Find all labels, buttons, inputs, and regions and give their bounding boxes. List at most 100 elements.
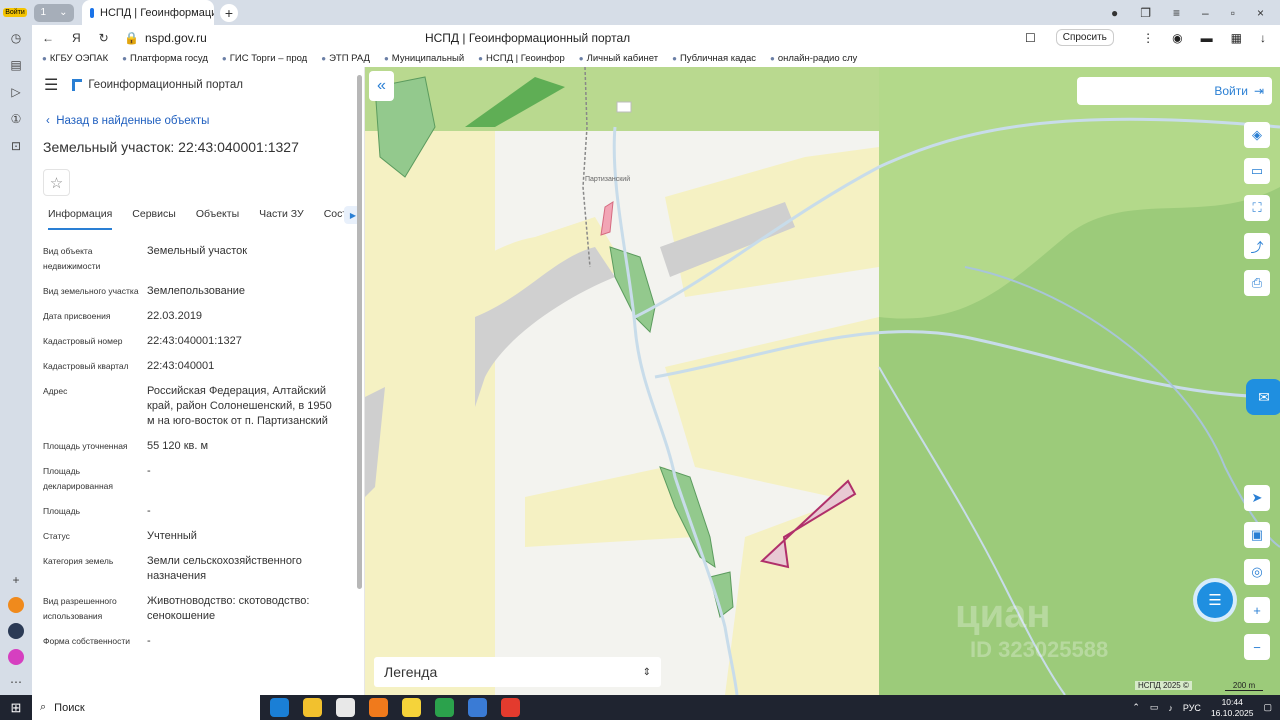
tab-objects[interactable]: Объекты	[196, 208, 239, 230]
share-button[interactable]: ⤴	[1244, 233, 1270, 259]
language-indicator[interactable]: РУС	[1183, 703, 1201, 713]
clock-date: 16.10.2025	[1210, 707, 1254, 718]
map-view[interactable]: Партизанский циан ID 323025588 « Войти ⇥ …	[365, 67, 1280, 695]
history-icon[interactable]: ◷	[11, 31, 21, 45]
windows-start-icon[interactable]: ⊞	[0, 700, 32, 716]
select-area-button[interactable]: ⛶	[1244, 195, 1270, 221]
extension-icon[interactable]: ▦	[1231, 31, 1242, 45]
bookmark-item[interactable]: ЭТП РАД	[321, 53, 370, 64]
feedback-button[interactable]: ✉	[1246, 379, 1280, 415]
video-icon[interactable]: ▷	[11, 85, 20, 99]
geolocation-button[interactable]: ➤	[1244, 485, 1270, 511]
notifications-icon[interactable]: ▢	[1263, 702, 1272, 713]
close-window-icon[interactable]: ×	[1257, 6, 1264, 20]
tab-group-button[interactable]: 1 ⌄	[34, 3, 74, 22]
tab-information[interactable]: Информация	[48, 208, 113, 230]
notes-icon[interactable]: ▤	[10, 58, 21, 72]
edge-icon[interactable]	[270, 698, 289, 717]
portal-logo[interactable]: Геоинформационный портал	[72, 79, 243, 91]
location-search-button[interactable]: ◎	[1244, 559, 1270, 585]
clock[interactable]: 10:44 16.10.2025	[1211, 697, 1254, 719]
layers-button[interactable]: ◈	[1244, 122, 1270, 148]
login-button[interactable]: Войти ⇥	[1077, 77, 1272, 105]
back-link[interactable]: ‹ Назад в найденные объекты	[32, 115, 364, 127]
hamburger-menu-icon[interactable]: ☰	[44, 75, 58, 95]
bookmark-item[interactable]: ГИС Торги – прод	[222, 53, 307, 64]
app-icon[interactable]	[8, 623, 24, 639]
bookmark-item[interactable]: Муниципальный	[384, 53, 464, 64]
navigation-icon: ➤	[1251, 490, 1263, 505]
volume-icon[interactable]: ♪	[1168, 703, 1173, 713]
login-icon: ⇥	[1253, 84, 1264, 98]
property-key: Площадь декларированная	[43, 466, 113, 491]
app-icon[interactable]	[402, 698, 421, 717]
property-key: Вид объекта недвижимости	[43, 246, 101, 271]
zoom-out-button[interactable]: −	[1244, 634, 1270, 660]
bookmark-item[interactable]: онлайн-радио слу	[770, 53, 857, 64]
bookmark-item[interactable]: НСПД | Геоинфор	[478, 53, 565, 64]
tab-services[interactable]: Сервисы	[132, 208, 176, 230]
favorite-star-icon[interactable]: ☆	[43, 169, 70, 196]
back-arrow-icon[interactable]: ←	[42, 31, 54, 45]
firefox-icon[interactable]	[369, 698, 388, 717]
yandex-icon[interactable]: Я	[72, 31, 81, 45]
zoom-in-button[interactable]: +	[1244, 597, 1270, 623]
legend-toggle[interactable]: Легенда ⇕	[374, 657, 661, 687]
property-key: Категория земель	[43, 556, 114, 566]
maximize-icon[interactable]: ▫	[1231, 6, 1235, 20]
add-panel-icon[interactable]: +	[12, 573, 19, 587]
minimize-icon[interactable]: –	[1202, 6, 1209, 20]
yandex-browser-icon[interactable]	[501, 698, 520, 717]
map-canvas[interactable]: Партизанский	[365, 67, 1280, 695]
collections-icon[interactable]: ❐	[1140, 6, 1151, 20]
extension-icon[interactable]: ◉	[1172, 31, 1182, 45]
address-bar: ← Я ↻ 🔒 nspd.gov.ru НСПД | Геоинформацио…	[32, 25, 1280, 50]
explorer-icon[interactable]	[303, 698, 322, 717]
bookmark-item[interactable]: Публичная кадас	[672, 53, 756, 64]
extension-icon[interactable]: ▬	[1201, 31, 1213, 45]
panel-scrollbar[interactable]	[357, 75, 362, 589]
print-button[interactable]: ⎙	[1244, 270, 1270, 296]
minimap-button[interactable]: ▣	[1244, 522, 1270, 548]
browser-tab[interactable]: НСПД | Геоинформаци ×	[82, 0, 214, 25]
site-favicon-icon	[90, 7, 94, 18]
bookmark-item[interactable]: Личный кабинет	[579, 53, 658, 64]
yandex-logo[interactable]: Войти	[0, 0, 30, 25]
save-icon[interactable]	[468, 698, 487, 717]
collapse-panel-button[interactable]: «	[369, 71, 394, 101]
tray-chevron-icon[interactable]: ⌃	[1132, 702, 1140, 713]
taskbar-search[interactable]: ⌕ Поиск	[32, 695, 260, 720]
profile-icon[interactable]: ●	[1111, 6, 1118, 20]
property-list: Вид объекта недвижимости Земельный участо…	[32, 244, 364, 649]
property-row: Вид разрешенного использования Животновод…	[43, 594, 364, 624]
firefox-icon[interactable]	[8, 597, 24, 613]
property-key: Форма собственности	[43, 636, 130, 646]
network-icon[interactable]: ▭	[1150, 702, 1159, 713]
workspace-icon[interactable]: ①	[11, 112, 22, 126]
ruler-button[interactable]: ▭	[1244, 158, 1270, 184]
more-icon[interactable]: ⋯	[10, 675, 22, 689]
kebab-menu-icon[interactable]: ⋮	[1142, 31, 1154, 45]
download-icon[interactable]: ↓	[1260, 31, 1266, 45]
url-field[interactable]: nspd.gov.ru	[145, 31, 425, 45]
watermark-id: ID 323025588	[970, 637, 1109, 662]
chrome-icon[interactable]	[435, 698, 454, 717]
reload-icon[interactable]: ↻	[99, 31, 109, 45]
screenshot-icon[interactable]: ⊡	[11, 139, 21, 153]
menu-icon[interactable]: ≡	[1173, 6, 1180, 20]
select-area-icon: ⛶	[1252, 200, 1262, 215]
property-value: Животноводство: скотоводство: сенокошени…	[147, 595, 310, 622]
bookmark-item[interactable]: Платформа госуд	[122, 53, 208, 64]
minimap-icon: ▣	[1250, 527, 1264, 542]
ask-button[interactable]: Спросить	[1055, 29, 1114, 46]
alice-icon[interactable]	[8, 649, 24, 665]
plus-icon: +	[1253, 602, 1261, 618]
bookmark-icon[interactable]: ☐	[1025, 31, 1036, 45]
chat-button[interactable]: ☰	[1197, 582, 1233, 618]
layers-icon: ◈	[1252, 127, 1262, 142]
bookmark-item[interactable]: КГБУ ОЭПАК	[42, 53, 108, 64]
yandex-app-icon[interactable]	[336, 698, 355, 717]
property-row: Площадь -	[43, 504, 364, 519]
tab-parts[interactable]: Части ЗУ	[259, 208, 304, 230]
new-tab-button[interactable]: +	[220, 3, 238, 22]
